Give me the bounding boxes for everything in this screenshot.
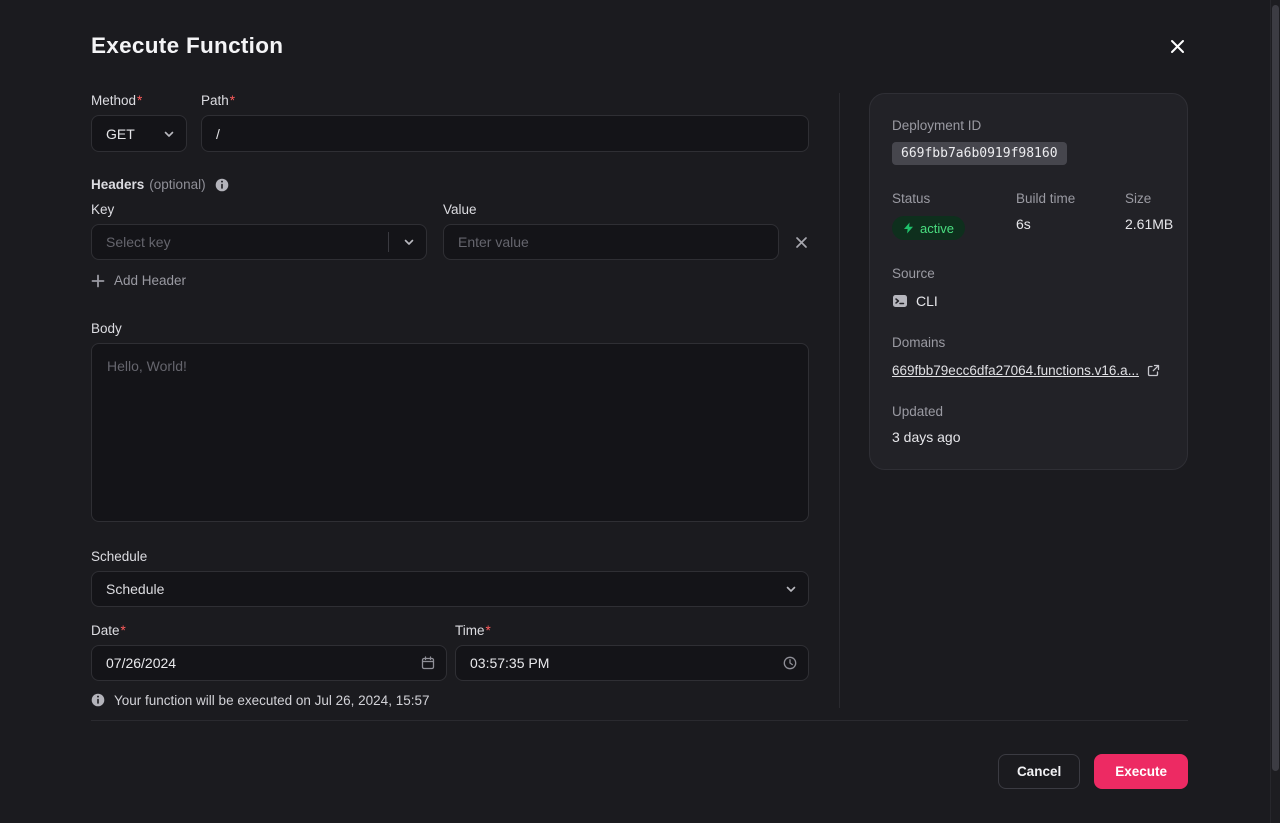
dialog-content: Method* Path* Headers (optional) [91, 93, 1188, 708]
required-mark: * [121, 623, 126, 638]
cancel-button[interactable]: Cancel [998, 754, 1080, 789]
body-textarea[interactable] [91, 343, 809, 522]
header-value-label: Value [443, 202, 779, 217]
method-label: Method* [91, 93, 187, 108]
execution-note: Your function will be executed on Jul 26… [91, 693, 809, 708]
column-divider [839, 93, 840, 708]
plus-icon [91, 274, 105, 288]
deployment-id-value: 669fbb7a6b0919f98160 [892, 142, 1067, 165]
combo-divider [388, 232, 389, 252]
close-icon [1170, 39, 1185, 54]
header-key-select[interactable] [91, 224, 427, 260]
method-select[interactable] [91, 115, 187, 152]
source-label: Source [892, 266, 1165, 281]
path-label: Path* [201, 93, 809, 108]
size-label: Size [1125, 191, 1173, 206]
close-button[interactable] [1166, 35, 1188, 57]
schedule-select[interactable] [91, 571, 809, 607]
headers-label: Headers [91, 177, 144, 192]
updated-label: Updated [892, 404, 1165, 419]
date-input[interactable] [91, 645, 447, 681]
headers-section-title: Headers (optional) [91, 177, 809, 192]
required-mark: * [486, 623, 491, 638]
headers-optional-label: (optional) [149, 177, 205, 192]
remove-header-button[interactable] [792, 233, 810, 251]
dialog-footer: Cancel Execute [91, 721, 1188, 789]
deployment-stats: Status active Build time 6s [892, 191, 1165, 240]
header-row [91, 224, 809, 260]
source-value: CLI [916, 293, 938, 309]
status-label: Status [892, 191, 1016, 206]
terminal-icon [892, 293, 908, 309]
info-icon [91, 693, 105, 707]
header-key-label: Key [91, 202, 427, 217]
add-header-label: Add Header [114, 273, 186, 288]
header-value-input[interactable] [443, 224, 779, 260]
dialog-header: Execute Function [91, 0, 1188, 59]
size-value: 2.61MB [1125, 216, 1173, 232]
status-badge: active [892, 216, 965, 240]
add-header-button[interactable]: Add Header [91, 273, 186, 288]
status-value: active [920, 221, 954, 236]
execution-form: Method* Path* Headers (optional) [91, 93, 809, 708]
path-input[interactable] [201, 115, 809, 152]
execute-button[interactable]: Execute [1094, 754, 1188, 789]
info-icon[interactable] [215, 178, 229, 192]
clock-icon[interactable] [783, 656, 797, 670]
execution-note-text: Your function will be executed on Jul 26… [114, 693, 429, 708]
required-mark: * [137, 93, 142, 108]
deployment-id-label: Deployment ID [892, 118, 1165, 133]
calendar-icon[interactable] [421, 656, 435, 670]
build-time-value: 6s [1016, 216, 1125, 232]
bolt-icon [903, 222, 914, 234]
domains-label: Domains [892, 335, 1165, 350]
build-time-label: Build time [1016, 191, 1125, 206]
scrollbar-thumb[interactable] [1272, 5, 1279, 771]
time-input[interactable] [455, 645, 809, 681]
deployment-panel: Deployment ID 669fbb7a6b0919f98160 Statu… [869, 93, 1188, 708]
execute-function-dialog: Execute Function Method* [0, 0, 1280, 823]
schedule-label: Schedule [91, 549, 809, 564]
body-label: Body [91, 321, 809, 336]
dialog-title: Execute Function [91, 33, 283, 59]
domain-link[interactable]: 669fbb79ecc6dfa27064.functions.v16.a... [892, 363, 1139, 378]
date-label: Date* [91, 623, 447, 638]
required-mark: * [230, 93, 235, 108]
x-icon [795, 236, 808, 249]
external-link-icon[interactable] [1147, 364, 1160, 377]
deployment-card: Deployment ID 669fbb7a6b0919f98160 Statu… [869, 93, 1188, 470]
time-label: Time* [455, 623, 809, 638]
scrollbar-track[interactable] [1270, 0, 1280, 823]
updated-value: 3 days ago [892, 429, 1165, 445]
chevron-down-icon[interactable] [403, 236, 415, 248]
